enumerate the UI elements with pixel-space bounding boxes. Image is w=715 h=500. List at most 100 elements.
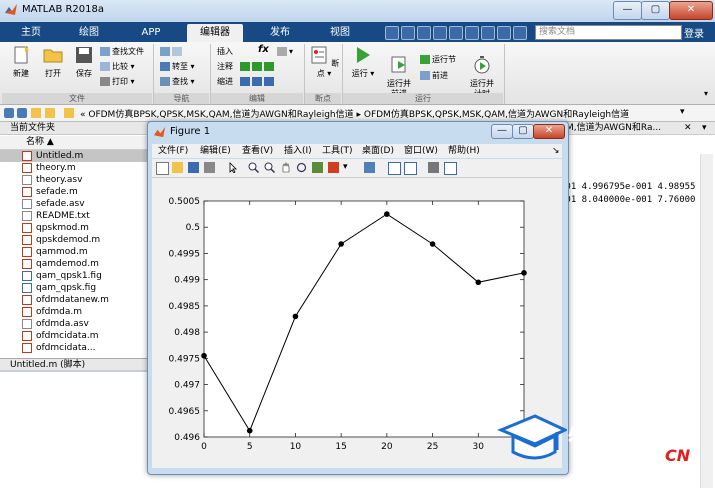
insert-button[interactable]: 插入 — [217, 46, 233, 57]
brush-dropdown-icon[interactable]: ▾ — [343, 162, 351, 173]
column-header-name[interactable]: 名称 ▲ — [0, 136, 148, 150]
find-button[interactable]: 查找 ▾ — [160, 76, 195, 87]
run-advance-button[interactable]: 运行并 前进 — [382, 46, 416, 99]
pan-icon[interactable] — [280, 162, 291, 173]
breakpoints-button[interactable]: 断点 ▾ — [308, 46, 340, 79]
menu-edit[interactable]: 编辑(E) — [200, 144, 231, 158]
right-panel-close-icon[interactable]: ✕ — [684, 123, 692, 133]
file-list-item[interactable]: theory.asv — [0, 174, 148, 186]
run-button[interactable]: 运行 ▾ — [348, 46, 378, 79]
undo-quick-icon[interactable] — [449, 26, 463, 40]
indent-button[interactable]: 缩进 — [217, 76, 233, 87]
find-files-button[interactable]: 查找文件 — [100, 46, 144, 57]
file-list-item[interactable]: ofdmcidata... — [0, 342, 148, 354]
copy-quick-icon[interactable] — [417, 26, 431, 40]
up-folder-icon[interactable] — [31, 108, 41, 118]
run-section-button[interactable]: 运行节 — [420, 54, 456, 65]
forward-icon[interactable] — [17, 108, 27, 118]
new-button[interactable]: 新建 — [6, 46, 36, 79]
search-input[interactable]: 搜索文档 — [535, 25, 682, 40]
zoom-out-icon[interactable] — [264, 162, 276, 174]
file-list-item[interactable]: qpskdemod.m — [0, 234, 148, 246]
menu-dock-icon[interactable]: ↘ — [552, 144, 560, 158]
file-list-item[interactable]: qpskmod.m — [0, 222, 148, 234]
menu-help[interactable]: 帮助(H) — [448, 144, 480, 158]
rotate-icon[interactable] — [296, 162, 307, 173]
menu-view[interactable]: 查看(V) — [242, 144, 273, 158]
advance-button[interactable]: 前进 — [420, 70, 448, 81]
cut-quick-icon[interactable] — [401, 26, 415, 40]
brush-icon[interactable] — [328, 162, 339, 173]
ribbon-collapse-icon[interactable]: ▾ — [704, 88, 708, 99]
compare-button[interactable]: 比较 ▾ — [100, 61, 135, 72]
file-list-item[interactable]: README.txt — [0, 210, 148, 222]
indent-icons[interactable] — [240, 76, 276, 87]
file-list-item[interactable]: ofdmda.m — [0, 306, 148, 318]
paste-quick-icon[interactable] — [433, 26, 447, 40]
colorbar-icon[interactable] — [388, 162, 401, 175]
tab-home[interactable]: 主页 — [8, 24, 54, 42]
open-button[interactable]: 打开 — [38, 46, 68, 79]
file-list-item[interactable]: ofdmcidata.m — [0, 330, 148, 342]
back-icon[interactable] — [4, 108, 14, 118]
maximize-button[interactable]: ▢ — [641, 1, 670, 20]
save-button[interactable]: 保存 — [70, 46, 98, 79]
menu-insert[interactable]: 插入(I) — [284, 144, 312, 158]
help-quick-icon[interactable] — [497, 26, 511, 40]
tab-publish[interactable]: 发布 — [257, 24, 303, 42]
minimize-button[interactable]: — — [613, 1, 642, 20]
switch-window-quick-icon[interactable] — [481, 26, 495, 40]
login-link[interactable]: 登录 — [684, 25, 704, 40]
comment-button[interactable]: 注释 — [217, 61, 233, 72]
new-figure-icon[interactable] — [156, 162, 169, 175]
figure-close-button[interactable]: ✕ — [533, 124, 565, 139]
browse-folder-icon[interactable] — [45, 108, 55, 118]
scrollbar[interactable] — [700, 154, 713, 488]
current-folder-path[interactable]: « OFDM仿真BPSK,QPSK,MSK,QAM,信道为AWGN和Raylei… — [80, 107, 629, 120]
pointer-icon[interactable] — [228, 162, 239, 174]
print-button[interactable]: 打印 ▾ — [100, 76, 135, 87]
goto-button[interactable]: 转至 ▾ — [160, 61, 195, 72]
file-list-item[interactable]: Untitled.m — [0, 150, 148, 162]
dropdown-quick-icon[interactable] — [513, 26, 527, 40]
insert-options-button[interactable]: ▾ — [277, 46, 293, 57]
run-and-time-button[interactable]: 运行并 计时 — [465, 46, 499, 99]
zoom-in-icon[interactable] — [248, 162, 260, 174]
menu-window[interactable]: 窗口(W) — [404, 144, 438, 158]
file-list-item[interactable]: qamdemod.m — [0, 258, 148, 270]
right-panel-menu-icon[interactable]: ▾ — [702, 123, 707, 133]
show-plot-tools-icon[interactable] — [444, 162, 457, 175]
hide-plot-tools-icon[interactable] — [428, 162, 439, 173]
legend-icon[interactable] — [404, 162, 417, 175]
link-plot-icon[interactable] — [364, 162, 375, 173]
file-list-item[interactable]: qam_qpsk1.fig — [0, 270, 148, 282]
tab-apps[interactable]: APP — [128, 24, 174, 42]
fx-button[interactable]: fx — [258, 44, 269, 55]
menu-desktop[interactable]: 桌面(D) — [362, 144, 394, 158]
redo-quick-icon[interactable] — [465, 26, 479, 40]
file-list-item[interactable]: qam_qpsk.fig — [0, 282, 148, 294]
file-list-item[interactable]: sefade.m — [0, 186, 148, 198]
figure-minimize-button[interactable]: — — [491, 124, 513, 139]
comment-icons[interactable] — [240, 61, 276, 72]
file-list-item[interactable]: sefade.asv — [0, 198, 148, 210]
file-list-item[interactable]: qammod.m — [0, 246, 148, 258]
file-list-item[interactable]: ofdmdatanew.m — [0, 294, 148, 306]
file-list-item[interactable]: ofdmda.asv — [0, 318, 148, 330]
nav-back-forward[interactable] — [160, 46, 184, 57]
tab-view[interactable]: 视图 — [317, 24, 363, 42]
menu-tools[interactable]: 工具(T) — [322, 144, 353, 158]
save-quick-icon[interactable] — [385, 26, 399, 40]
data-cursor-icon[interactable] — [312, 162, 323, 173]
open-file-icon[interactable] — [172, 162, 183, 173]
file-list-item[interactable]: theory.m — [0, 162, 148, 174]
close-button[interactable]: ✕ — [669, 1, 713, 20]
save-figure-icon[interactable] — [188, 162, 199, 173]
menu-file[interactable]: 文件(F) — [158, 144, 188, 158]
print-figure-icon[interactable] — [204, 162, 215, 173]
path-dropdown-icon[interactable]: ▾ — [680, 107, 685, 117]
figure-maximize-button[interactable]: ▢ — [512, 124, 534, 139]
tab-editor[interactable]: 编辑器 — [187, 24, 243, 42]
tab-plots[interactable]: 绘图 — [66, 24, 112, 42]
axes-box[interactable] — [203, 200, 525, 438]
